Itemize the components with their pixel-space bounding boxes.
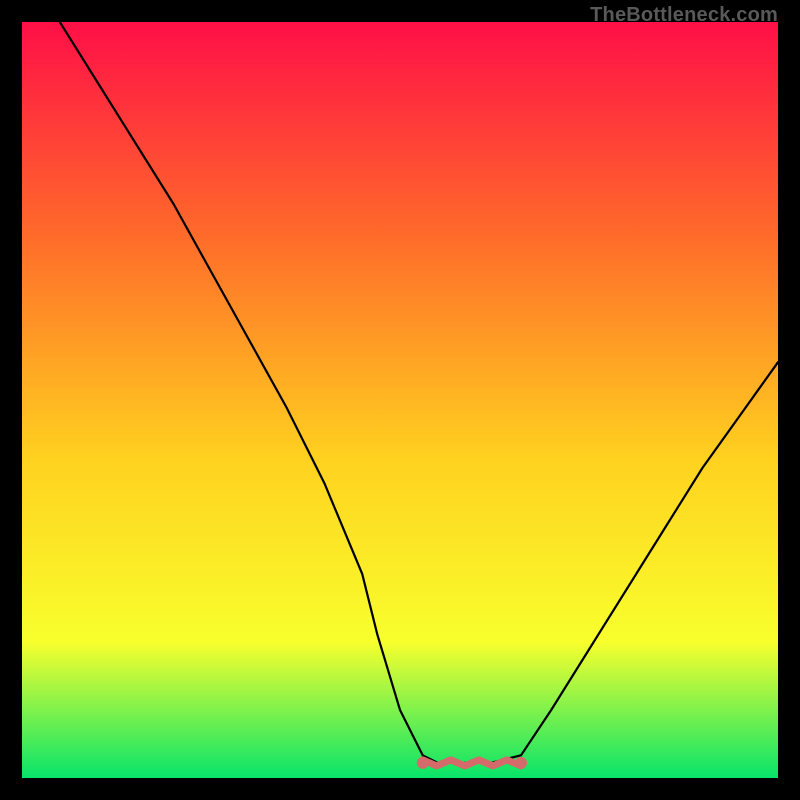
- watermark-text: TheBottleneck.com: [590, 4, 778, 27]
- chart-stage: TheBottleneck.com: [0, 0, 800, 800]
- valley-endpoint-dot-1: [515, 757, 527, 769]
- valley-endpoint-dot-0: [417, 757, 429, 769]
- gradient-background: [22, 22, 778, 778]
- chart-svg: [22, 22, 778, 778]
- plot-area: [22, 22, 778, 778]
